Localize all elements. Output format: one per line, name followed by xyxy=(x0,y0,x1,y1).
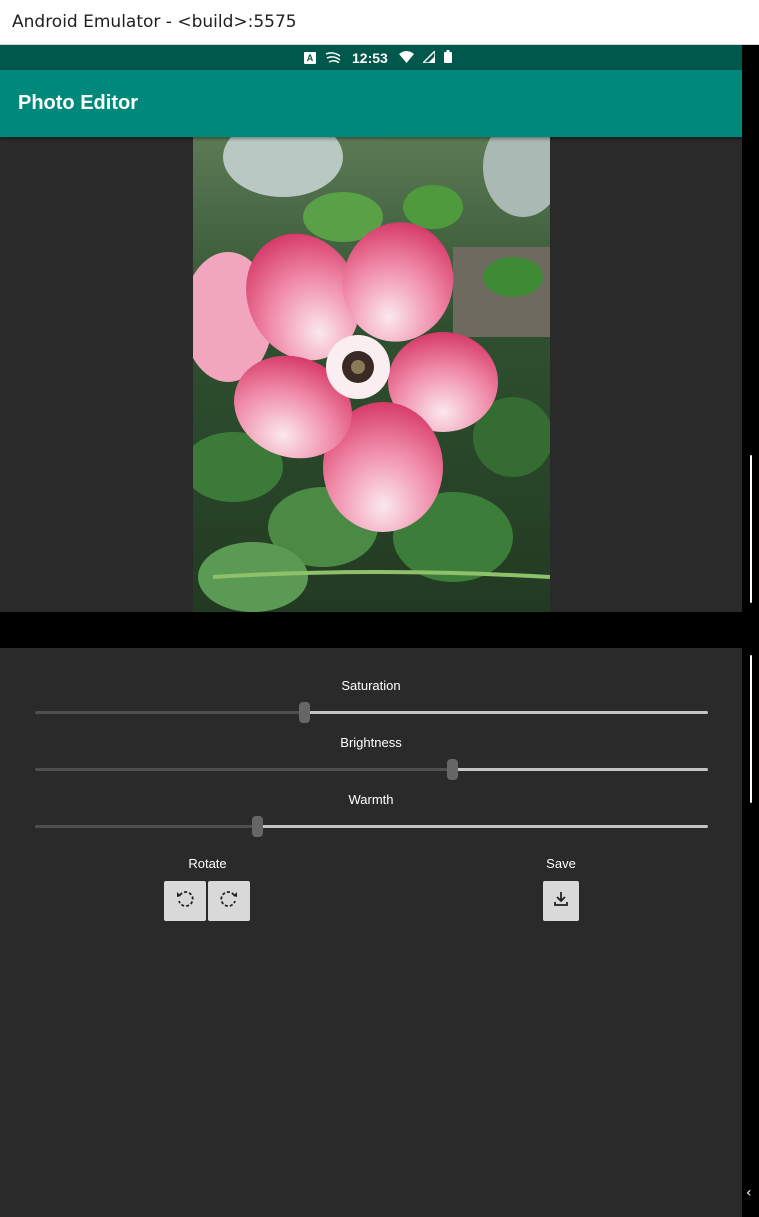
rotate-left-icon xyxy=(175,889,195,914)
slider-track-inactive xyxy=(35,825,257,828)
rotate-label: Rotate xyxy=(188,856,227,871)
photo-preview xyxy=(193,137,550,612)
warmth-slider[interactable] xyxy=(35,816,708,837)
saturation-slider[interactable] xyxy=(35,702,708,723)
warmth-label: Warmth xyxy=(348,792,394,807)
chevron-left-icon[interactable]: ‹ xyxy=(746,1185,752,1201)
slider-thumb[interactable] xyxy=(299,702,310,723)
device-screen: A 12:53 Photo Editor Saturation Brightne… xyxy=(0,45,742,1217)
signal-icon xyxy=(421,48,436,66)
slider-track-active xyxy=(452,768,708,771)
slider-track-inactive xyxy=(35,711,304,714)
rotate-right-button[interactable] xyxy=(208,881,250,921)
window-title-bar: Android Emulator - <build>:5575 xyxy=(0,0,759,45)
rotate-right-icon xyxy=(219,889,239,914)
editor-controls: Saturation Brightness Warmth Rotate Save xyxy=(0,648,742,1217)
save-label: Save xyxy=(546,856,576,871)
rotate-left-button[interactable] xyxy=(164,881,206,921)
app-title: Photo Editor xyxy=(18,92,138,114)
window-title: Android Emulator - <build>:5575 xyxy=(12,12,297,32)
photo-scroll-indicator xyxy=(750,455,752,603)
status-bar: A 12:53 xyxy=(0,45,742,70)
slider-thumb[interactable] xyxy=(252,816,263,837)
slider-track-active xyxy=(304,711,708,714)
controls-scroll-indicator xyxy=(750,655,752,803)
wifi-icon xyxy=(398,50,414,66)
app-notification-icon: A xyxy=(304,51,316,64)
status-time: 12:53 xyxy=(352,49,388,66)
battery-icon xyxy=(443,49,452,66)
slider-track-active xyxy=(257,825,708,828)
brightness-slider[interactable] xyxy=(35,759,708,780)
slider-track-inactive xyxy=(35,768,452,771)
app-bar: Photo Editor xyxy=(0,70,742,137)
brightness-label: Brightness xyxy=(340,735,402,750)
saturation-label: Saturation xyxy=(341,678,401,693)
emulator-side-strip: ‹ xyxy=(742,45,759,1217)
download-icon xyxy=(553,891,569,912)
swipe-notification-icon xyxy=(325,50,341,66)
save-button[interactable] xyxy=(543,881,579,921)
divider-band xyxy=(0,612,742,648)
photo-preview-area xyxy=(0,137,742,612)
slider-thumb[interactable] xyxy=(447,759,458,780)
